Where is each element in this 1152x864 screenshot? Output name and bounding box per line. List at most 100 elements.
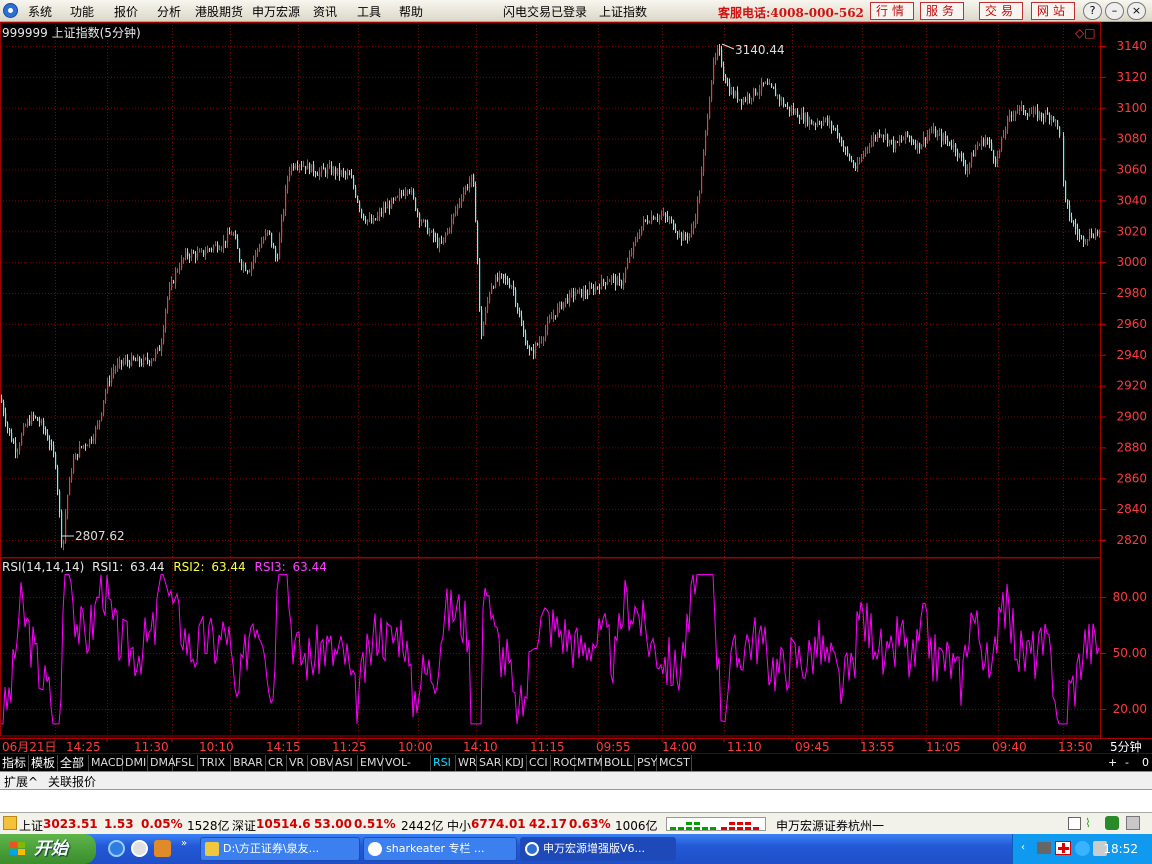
- candle-body: [897, 141, 899, 143]
- candle-body: [1037, 109, 1039, 119]
- candle-body: [1085, 240, 1087, 242]
- chart-options-icon[interactable]: ◇□: [1075, 26, 1096, 40]
- indicator-tab-boll[interactable]: BOLL: [602, 755, 635, 771]
- indicator-tab-wr[interactable]: WR: [456, 755, 477, 771]
- candle-body: [297, 166, 299, 168]
- candle-body: [193, 252, 195, 254]
- candle-body: [983, 139, 985, 146]
- menu-hk-futures[interactable]: 港股期货: [195, 3, 243, 20]
- candle-body: [159, 347, 161, 351]
- settings-icon[interactable]: [1126, 816, 1140, 830]
- candle-body: [63, 540, 65, 545]
- minimize-icon[interactable]: –: [1105, 2, 1124, 20]
- desktop-icon[interactable]: [131, 840, 148, 857]
- tray-keyboard-icon[interactable]: [1037, 842, 1051, 854]
- candle-body: [971, 153, 973, 163]
- candle-body: [741, 99, 743, 104]
- candle-body: [593, 287, 595, 292]
- app-logo-icon[interactable]: [3, 3, 18, 18]
- menu-functions[interactable]: 功能: [70, 3, 94, 20]
- window-layout-icon[interactable]: [1068, 817, 1081, 830]
- candle-body: [29, 420, 31, 425]
- indicator-tab-trix[interactable]: TRIX: [198, 755, 231, 771]
- tray-flag-icon[interactable]: [1055, 841, 1071, 855]
- taskbar-window-folder[interactable]: D:\方正证券\泉友...: [200, 837, 360, 861]
- candle-body: [879, 133, 881, 136]
- tab-remove-button[interactable]: -: [1125, 756, 1129, 769]
- help-icon[interactable]: ?: [1083, 2, 1102, 20]
- expand-button[interactable]: 扩展^: [4, 773, 38, 790]
- indicator-tab-指标[interactable]: 指标: [0, 755, 29, 771]
- quicklaunch-expand-icon[interactable]: »: [181, 838, 187, 849]
- candle-body: [889, 140, 891, 144]
- tray-chevron-icon[interactable]: ‹: [1021, 842, 1025, 853]
- candle-body: [807, 114, 809, 125]
- indicator-tab-sar[interactable]: SAR: [477, 755, 503, 771]
- indicator-tab-brar[interactable]: BRAR: [231, 755, 266, 771]
- indicator-tab-fsl[interactable]: FSL: [173, 755, 198, 771]
- tab-add-button[interactable]: +: [1108, 756, 1117, 769]
- ie-icon[interactable]: [108, 840, 125, 857]
- chart-area[interactable]: 999999 上证指数(5分钟) ◇□ 3140 3120 3100 3080 3060…: [0, 22, 1152, 738]
- linked-quotes-button[interactable]: 关联报价: [48, 773, 96, 790]
- taskbar-window-browser[interactable]: sharkeater 专栏 ...: [363, 837, 517, 861]
- indicator-tab-mcst[interactable]: MCST: [657, 755, 692, 771]
- menu-tools[interactable]: 工具: [357, 3, 381, 20]
- indicator-tab-rsi[interactable]: RSI: [431, 755, 456, 771]
- candle-body: [905, 131, 907, 139]
- taskbar-window-swhy[interactable]: 申万宏源增强版V6...: [520, 837, 676, 861]
- candle-body: [429, 231, 431, 234]
- nav-trade-button[interactable]: 交易: [979, 2, 1023, 20]
- indicator-tab-psy[interactable]: PSY: [635, 755, 657, 771]
- indicator-tab-mtm[interactable]: MTM: [575, 755, 603, 771]
- indicator-tab-cci[interactable]: CCI: [527, 755, 551, 771]
- close-icon[interactable]: ×: [1127, 2, 1146, 20]
- candle-body: [101, 412, 103, 421]
- start-button[interactable]: 开始: [0, 834, 96, 864]
- indicator-tab-asi[interactable]: ASI: [333, 755, 358, 771]
- candle-body: [123, 361, 125, 364]
- nav-website-button[interactable]: 网站: [1031, 2, 1075, 20]
- indicator-tab-全部[interactable]: 全部: [58, 755, 89, 771]
- indicator-tab-kdj[interactable]: KDJ: [503, 755, 527, 771]
- candle-body: [531, 349, 533, 351]
- ticker-lock-icon[interactable]: [3, 816, 17, 830]
- indicator-tab-emv[interactable]: EMV: [358, 755, 384, 771]
- candle-body: [707, 118, 709, 132]
- indicator-tab-vol-tdx[interactable]: VOL-TDX: [383, 755, 431, 785]
- signal-icon[interactable]: ⌇: [1085, 816, 1099, 831]
- candle-body: [577, 289, 579, 294]
- nav-quotes-button[interactable]: 行情: [870, 2, 914, 20]
- menu-swhy[interactable]: 申万宏源: [252, 3, 300, 20]
- start-label: 开始: [34, 839, 68, 859]
- menu-news[interactable]: 资讯: [313, 3, 337, 20]
- candle-body: [447, 229, 449, 235]
- low-price-label: 2807.62: [75, 529, 125, 543]
- nav-service-button[interactable]: 服务: [920, 2, 964, 20]
- menu-analysis[interactable]: 分析: [157, 3, 181, 20]
- indicator-tab-dma[interactable]: DMA: [148, 755, 176, 771]
- candle-body: [201, 250, 203, 252]
- indicator-tab-dmi[interactable]: DMI: [123, 755, 148, 771]
- tray-network-icon[interactable]: [1075, 841, 1090, 856]
- indicator-tab-obv[interactable]: OBV: [308, 755, 333, 771]
- indicator-tab-vr[interactable]: VR: [287, 755, 308, 771]
- candle-body: [1027, 114, 1029, 116]
- quicklaunch-app-icon[interactable]: [154, 840, 171, 857]
- candle-body: [319, 171, 321, 176]
- indicator-tab-macd[interactable]: MACD: [89, 755, 124, 771]
- indicator-tab-模板[interactable]: 模板: [29, 755, 58, 771]
- indicator-tab-roc[interactable]: ROC: [551, 755, 577, 771]
- indicator-tab-cr[interactable]: CR: [266, 755, 287, 771]
- menu-quotes[interactable]: 报价: [114, 3, 138, 20]
- candle-body: [1041, 112, 1043, 118]
- menu-system[interactable]: 系统: [28, 3, 52, 20]
- kline-chart[interactable]: 999999 上证指数(5分钟) ◇□ 3140 3120 3100 3080 3060…: [0, 22, 1152, 738]
- connection-status-icon[interactable]: [1105, 816, 1119, 830]
- candle-body: [497, 277, 499, 281]
- candle-body: [293, 165, 295, 169]
- candle-body: [747, 95, 749, 101]
- candle-body: [539, 341, 541, 345]
- menu-help[interactable]: 帮助: [399, 3, 423, 20]
- tab-reset-button[interactable]: 0: [1142, 756, 1149, 769]
